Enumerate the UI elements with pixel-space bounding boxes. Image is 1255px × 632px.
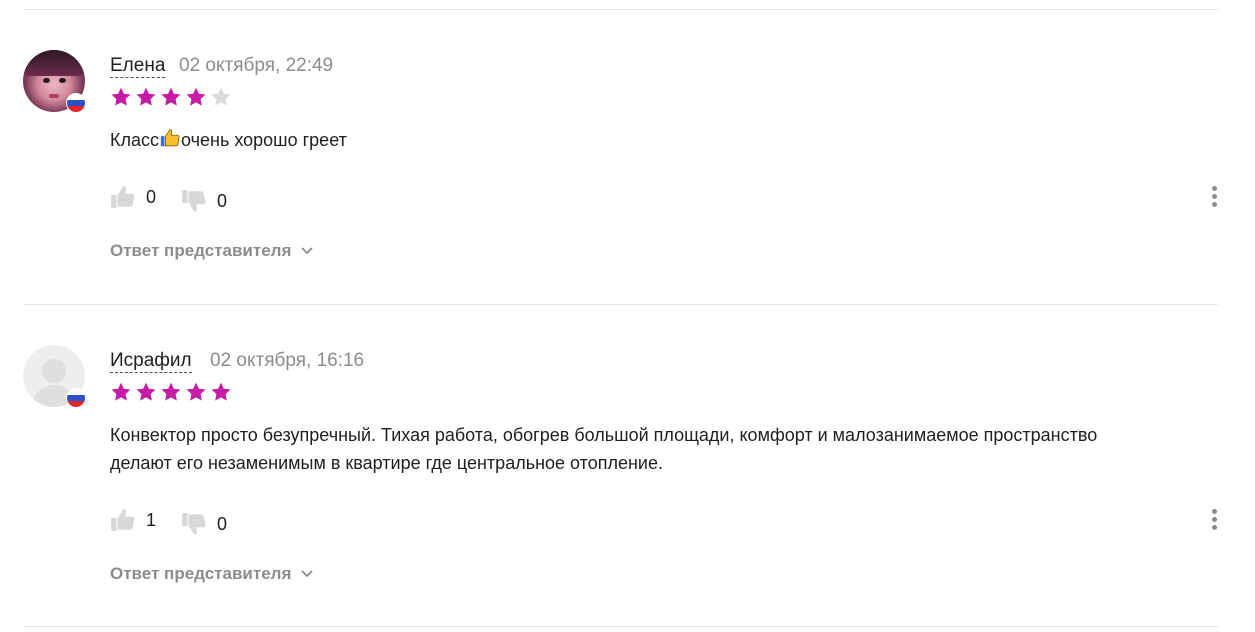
review-divider <box>23 304 1218 305</box>
representative-answer-toggle[interactable]: Ответ представителя <box>110 241 314 261</box>
russia-flag-icon <box>66 388 86 408</box>
star-filled-icon <box>160 381 182 403</box>
star-filled-icon <box>135 381 157 403</box>
star-filled-icon <box>210 381 232 403</box>
author-name[interactable]: Елена <box>110 55 166 78</box>
more-vertical-icon[interactable] <box>1205 183 1223 213</box>
thumbs-up-emoji <box>159 127 181 157</box>
representative-answer-toggle[interactable]: Ответ представителя <box>110 564 314 584</box>
like-count: 0 <box>146 186 157 207</box>
review-text-line: делают его незаменимым в квартире где це… <box>110 453 663 473</box>
rating-stars <box>110 86 235 110</box>
review-date: 02 октября, 22:49 <box>179 55 334 76</box>
dislike-button[interactable]: 0 <box>181 188 227 214</box>
answer-label: Ответ представителя <box>110 564 292 583</box>
star-filled-icon <box>110 86 132 108</box>
review-text: Конвектор просто безупречный. Тихая рабо… <box>110 421 1210 477</box>
like-button[interactable]: 1 <box>110 507 156 533</box>
like-button[interactable]: 0 <box>110 184 156 210</box>
dislike-button[interactable]: 0 <box>181 511 227 537</box>
top-divider <box>23 9 1218 10</box>
thumb-down-icon <box>181 511 207 537</box>
rating-stars <box>110 381 235 405</box>
chevron-down-icon <box>301 247 314 255</box>
thumb-up-icon <box>110 507 136 533</box>
like-count: 1 <box>146 509 157 530</box>
star-filled-icon <box>160 86 182 108</box>
chevron-down-icon <box>301 570 314 578</box>
dislike-count: 0 <box>217 190 228 211</box>
star-filled-icon <box>110 381 132 403</box>
author-name[interactable]: Исрафил <box>110 350 192 373</box>
answer-label: Ответ представителя <box>110 241 292 260</box>
thumb-down-icon <box>181 188 207 214</box>
star-filled-icon <box>185 86 207 108</box>
star-filled-icon <box>185 381 207 403</box>
review-date: 02 октября, 16:16 <box>210 350 365 371</box>
bottom-divider <box>23 626 1218 627</box>
dislike-count: 0 <box>217 513 228 534</box>
russia-flag-icon <box>66 93 86 113</box>
review-text-line: Конвектор просто безупречный. Тихая рабо… <box>110 425 1098 445</box>
more-vertical-icon[interactable] <box>1205 506 1223 536</box>
thumb-up-icon <box>110 184 136 210</box>
review-text-part: очень хорошо греет <box>181 130 347 150</box>
review-text: Класс очень хорошо греет <box>110 126 1210 157</box>
star-empty-icon <box>210 86 232 108</box>
review-text-part: Класс <box>110 130 159 150</box>
star-filled-icon <box>135 86 157 108</box>
